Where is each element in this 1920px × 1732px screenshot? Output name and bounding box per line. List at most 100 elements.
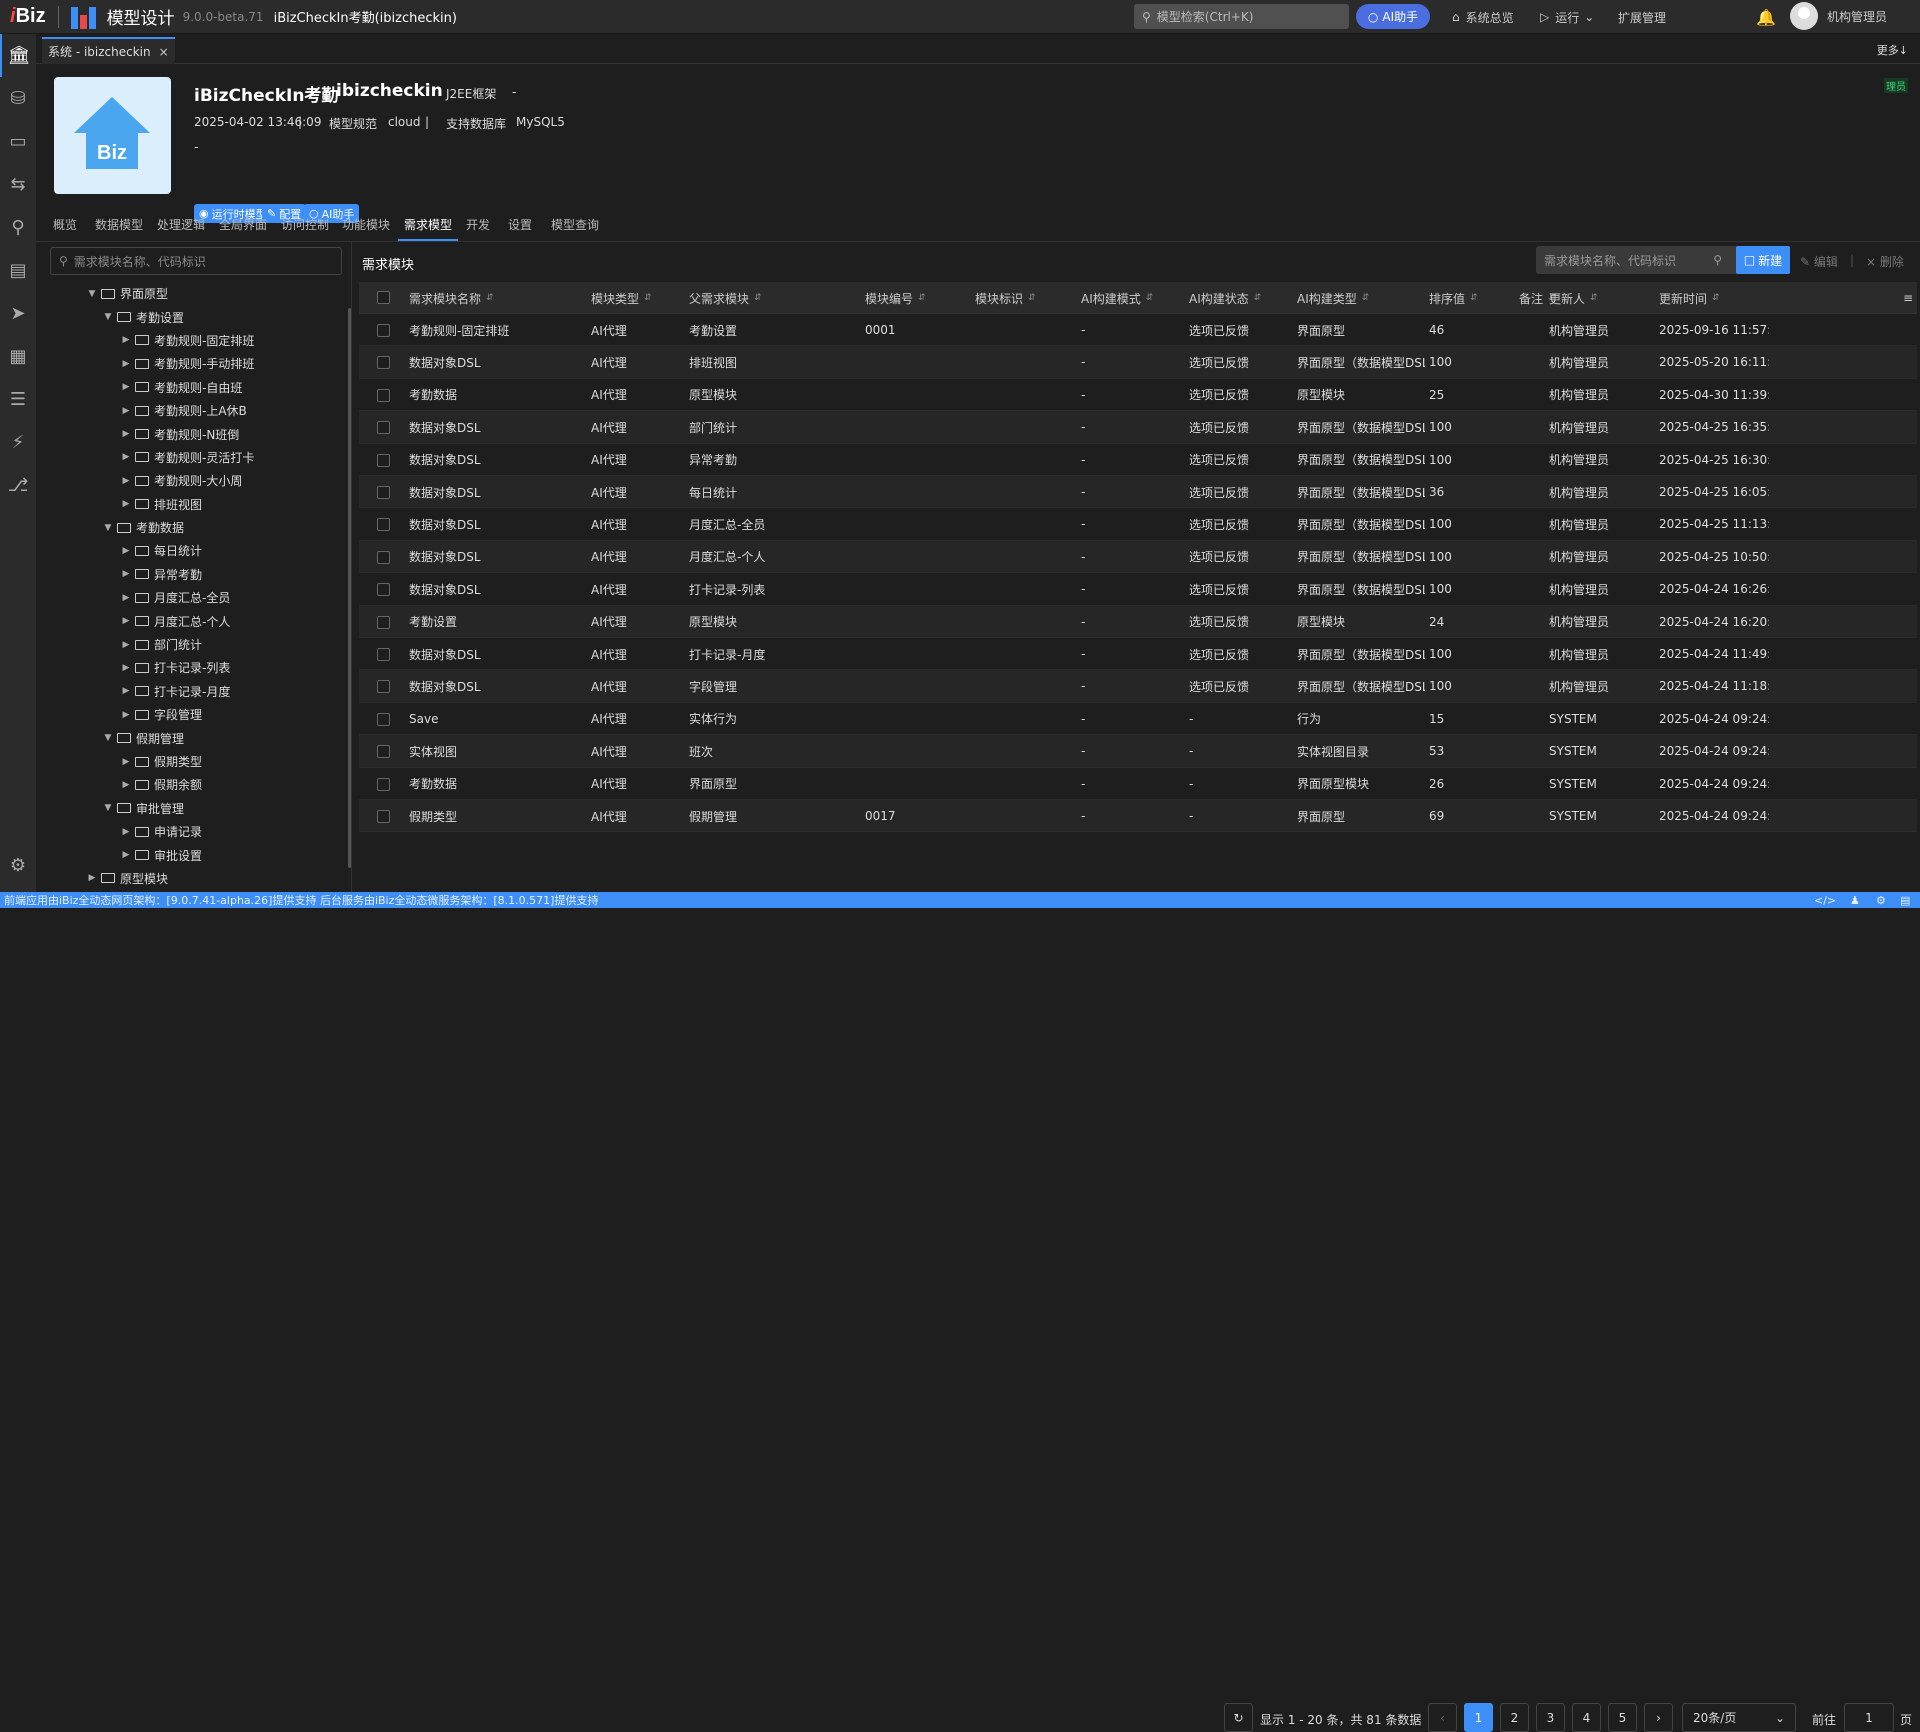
tree-node[interactable]: ▶ 假期余额 — [36, 773, 352, 796]
grid-search-input[interactable]: 需求模块名称、代码标识 ⚲ — [1536, 246, 1748, 274]
server-icon[interactable]: ☰ — [0, 378, 36, 421]
caret-right-icon[interactable]: ▶ — [120, 359, 132, 369]
caret-right-icon[interactable]: ▶ — [120, 335, 132, 345]
rocket-icon[interactable]: ➤ — [0, 292, 36, 335]
row-checkbox[interactable] — [377, 583, 390, 597]
nav-run[interactable]: ▷ 运行 ⌄ — [1540, 0, 1594, 34]
caret-right-icon[interactable]: ▶ — [120, 429, 132, 439]
table-row[interactable]: 数据对象DSL AI代理 部门统计 - 选项已反馈 界面原型（数据模型DSL 100 机构管理… — [359, 411, 1917, 444]
caret-right-icon[interactable]: ▶ — [120, 757, 132, 767]
ibiz-logo[interactable]: i Biz — [10, 5, 46, 28]
row-checkbox[interactable] — [377, 777, 390, 791]
search-icon[interactable]: ⚲ — [0, 206, 36, 249]
caret-right-icon[interactable]: ▶ — [120, 406, 132, 416]
refresh-button[interactable]: ↻ — [1224, 1703, 1253, 1732]
caret-right-icon[interactable]: ▶ — [120, 546, 132, 556]
caret-right-icon[interactable]: ▶ — [120, 476, 132, 486]
user-menu[interactable]: 机构管理员 — [1790, 2, 1887, 30]
tab-requirements[interactable]: 需求模型 — [404, 216, 452, 233]
table-row[interactable]: 数据对象DSL AI代理 打卡记录-月度 - 选项已反馈 界面原型（数据模型DSL 100 机… — [359, 638, 1917, 671]
table-row[interactable]: 数据对象DSL AI代理 打卡记录-列表 - 选项已反馈 界面原型（数据模型DSL 100 机… — [359, 573, 1917, 606]
row-checkbox[interactable] — [377, 680, 390, 694]
caret-down-icon[interactable]: ▼ — [102, 733, 114, 743]
database-icon[interactable]: ⛁ — [0, 77, 36, 120]
ai-assistant-button[interactable]: ○ AI助手 — [1356, 4, 1430, 29]
tree-node[interactable]: ▶ 打卡记录-列表 — [36, 656, 352, 679]
page-2[interactable]: 2 — [1500, 1703, 1529, 1732]
row-checkbox[interactable] — [377, 421, 390, 435]
caret-right-icon[interactable]: ▶ — [120, 663, 132, 673]
tree-node[interactable]: ▶ 字段管理 — [36, 703, 352, 726]
table-row[interactable]: 数据对象DSL AI代理 异常考勤 - 选项已反馈 界面原型（数据模型DSL 100 机构管理… — [359, 444, 1917, 476]
tree-node[interactable]: ▼ 考勤数据 — [36, 516, 352, 539]
caret-down-icon[interactable]: ▼ — [102, 523, 114, 533]
caret-right-icon[interactable]: ▶ — [120, 686, 132, 696]
edit-button[interactable]: ✎ 编辑 — [1800, 253, 1838, 270]
row-checkbox[interactable] — [377, 810, 390, 823]
caret-right-icon[interactable]: ▶ — [120, 710, 132, 720]
column-header[interactable]: 模块标识 ⇵ — [975, 282, 1036, 314]
prev-page-button[interactable]: ‹ — [1428, 1703, 1457, 1732]
caret-right-icon[interactable]: ▶ — [120, 827, 132, 837]
page-3[interactable]: 3 — [1536, 1703, 1565, 1732]
table-row[interactable]: 考勤数据 AI代理 原型模块 - 选项已反馈 原型模块 25 机构管理员 2025-04-30 … — [359, 379, 1917, 412]
nav-extensions[interactable]: 扩展管理 — [1618, 0, 1666, 34]
caret-down-icon[interactable]: ▼ — [86, 289, 98, 299]
column-header[interactable]: 模块编号 ⇵ — [865, 282, 926, 314]
tab-model-query[interactable]: 模型查询 — [551, 216, 599, 233]
column-settings-icon[interactable]: ≡ — [1903, 282, 1913, 314]
column-header[interactable]: AI构建类型 ⇵ — [1297, 282, 1369, 314]
column-header[interactable]: 更新人 ⇵ — [1549, 282, 1598, 314]
bug-icon[interactable]: ⚙ — [1876, 894, 1886, 907]
page-5[interactable]: 5 — [1608, 1703, 1637, 1732]
caret-right-icon[interactable]: ▶ — [120, 616, 132, 626]
table-row[interactable]: 数据对象DSL AI代理 月度汇总-个人 - 选项已反馈 界面原型（数据模型DSL 100 机… — [359, 540, 1917, 574]
table-row[interactable]: 假期类型 AI代理 假期管理 0017 - - 界面原型 69 SYSTEM 2025-04-24… — [359, 800, 1917, 833]
tree-node[interactable]: ▶ 考勤规则-上A休B — [36, 399, 352, 422]
column-header[interactable]: 需求模块名称 ⇵ — [409, 282, 494, 314]
table-row[interactable]: 考勤数据 AI代理 界面原型 - - 界面原型模块 26 SYSTEM 2025-04-24 0… — [359, 768, 1917, 800]
column-header[interactable]: 排序值 ⇵ — [1429, 282, 1478, 314]
row-checkbox[interactable] — [377, 518, 390, 532]
tree-node[interactable]: ▶ 考勤规则-自由班 — [36, 376, 352, 399]
tab-dev[interactable]: 开发 — [466, 216, 490, 233]
table-row[interactable]: 数据对象DSL AI代理 字段管理 - 选项已反馈 界面原型（数据模型DSL 100 机构管理… — [359, 670, 1917, 703]
table-row[interactable]: 考勤规则-固定排班 AI代理 考勤设置 0001 - 选项已反馈 界面原型 46 机构管理员 20… — [359, 314, 1917, 347]
tab-access[interactable]: 访问控制 — [281, 216, 329, 233]
caret-right-icon[interactable]: ▶ — [120, 452, 132, 462]
table-row[interactable]: Save AI代理 实体行为 - - 行为 15 SYSTEM 2025-04-24 09:24… — [359, 703, 1917, 736]
new-button[interactable]: □ 新建 — [1736, 246, 1790, 274]
caret-right-icon[interactable]: ▶ — [120, 593, 132, 603]
tree-node[interactable]: ▶ 考勤规则-固定排班 — [36, 329, 352, 352]
row-checkbox[interactable] — [377, 550, 390, 564]
row-checkbox[interactable] — [377, 388, 390, 402]
tab-overview[interactable]: 概览 — [53, 216, 77, 233]
column-header[interactable]: 更新时间 ⇵ — [1659, 282, 1720, 314]
monitor-icon[interactable]: ▭ — [0, 120, 36, 163]
tree-node[interactable]: ▶ 考勤规则-灵活打卡 — [36, 446, 352, 469]
page-4[interactable]: 4 — [1572, 1703, 1601, 1732]
tree-scrollbar[interactable] — [348, 308, 351, 868]
caret-down-icon[interactable]: ▼ — [102, 803, 114, 813]
row-checkbox[interactable] — [377, 712, 390, 726]
bank-icon[interactable]: 🏛 — [0, 34, 36, 77]
row-checkbox[interactable] — [377, 648, 390, 661]
tree-search-input[interactable]: ⚲ 需求模块名称、代码标识 — [50, 247, 342, 275]
nav-overview[interactable]: ⌂ 系统总览 — [1452, 0, 1514, 34]
tab-data-model[interactable]: 数据模型 — [95, 216, 143, 233]
tab-global-ui[interactable]: 全局界面 — [219, 216, 267, 233]
tree-node[interactable]: ▶ 申请记录 — [36, 820, 352, 843]
caret-down-icon[interactable]: ▼ — [102, 312, 114, 322]
row-checkbox[interactable] — [377, 745, 390, 759]
column-header[interactable]: AI构建模式 ⇵ — [1081, 282, 1153, 314]
row-checkbox[interactable] — [377, 356, 390, 370]
tree-node[interactable]: ▼ 审批管理 — [36, 797, 352, 820]
tab-system[interactable]: 系统 - ibizcheckin × — [42, 37, 175, 64]
caret-right-icon[interactable]: ▶ — [120, 640, 132, 650]
column-header[interactable]: 父需求模块 ⇵ — [689, 282, 762, 314]
close-icon[interactable]: × — [159, 45, 169, 59]
table-row[interactable]: 数据对象DSL AI代理 月度汇总-全员 - 选项已反馈 界面原型（数据模型DSL 100 机… — [359, 508, 1917, 541]
table-row[interactable]: 实体视图 AI代理 班次 - - 实体视图目录 53 SYSTEM 2025-04-24 09:… — [359, 735, 1917, 768]
more-button[interactable]: 更多↓ — [1877, 42, 1908, 58]
tree-node[interactable]: ▶ 考勤规则-N班倒 — [36, 422, 352, 445]
